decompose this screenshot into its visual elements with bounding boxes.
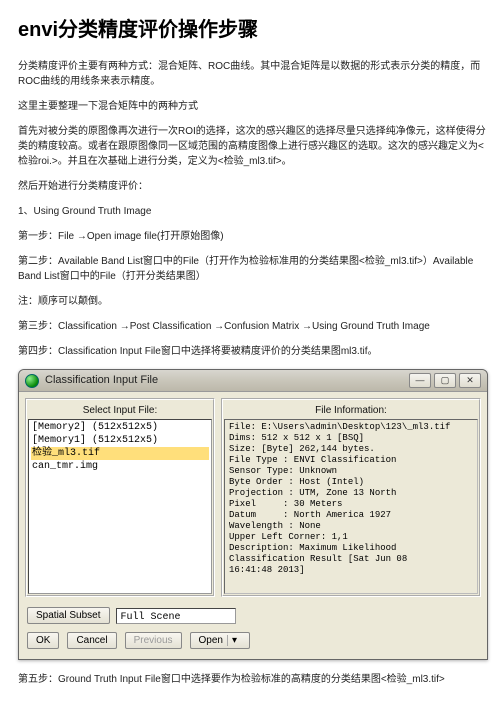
- classification-input-dialog: Classification Input File — ▢ ✕ Select I…: [18, 369, 488, 660]
- list-item[interactable]: [Memory2] (512x512x5): [31, 421, 209, 434]
- maximize-button[interactable]: ▢: [434, 373, 456, 388]
- dialog-titlebar[interactable]: Classification Input File — ▢ ✕: [19, 370, 487, 392]
- para-mode1: 1、Using Ground Truth Image: [18, 204, 486, 219]
- dialog-title: Classification Input File: [45, 372, 406, 389]
- page-title: envi分类精度评价操作步骤: [18, 15, 486, 45]
- chevron-down-icon[interactable]: ▾: [227, 635, 241, 646]
- para-step1: 第一步：File →Open image file(打开原始图像): [18, 229, 486, 244]
- app-icon: [25, 374, 39, 388]
- open-button[interactable]: Open ▾: [190, 632, 250, 649]
- para-step2: 第二步：Available Band List窗口中的File（打开作为检验标准…: [18, 254, 486, 284]
- ok-button[interactable]: OK: [27, 632, 59, 649]
- para-roi: 首先对被分类的原图像再次进行一次ROI的选择，这次的感兴趣区的选择尽量只选择纯净…: [18, 124, 486, 169]
- para-step4: 第四步：Classification Input File窗口中选择将要被精度评…: [18, 344, 486, 359]
- file-info-text: File: E:\Users\admin\Desktop\123\_ml3.ti…: [224, 419, 478, 594]
- open-label: Open: [199, 635, 223, 646]
- close-button[interactable]: ✕: [459, 373, 481, 388]
- list-item[interactable]: can_tmr.img: [31, 460, 209, 473]
- previous-button: Previous: [125, 632, 182, 649]
- list-item[interactable]: [Memory1] (512x512x5): [31, 434, 209, 447]
- list-item-selected[interactable]: 检验_ml3.tif: [31, 447, 209, 460]
- file-info-panel: File Information: File: E:\Users\admin\D…: [221, 398, 481, 597]
- select-file-panel: Select Input File: [Memory2] (512x512x5)…: [25, 398, 215, 597]
- para-intro: 分类精度评价主要有两种方式：混合矩阵、ROC曲线。其中混合矩阵是以数据的形式表示…: [18, 59, 486, 89]
- para-step3: 第三步：Classification →Post Classification …: [18, 319, 486, 334]
- para-start: 然后开始进行分类精度评价：: [18, 179, 486, 194]
- spatial-subset-field[interactable]: Full Scene: [116, 608, 236, 624]
- para-note: 注：顺序可以颠倒。: [18, 294, 486, 309]
- spatial-subset-button[interactable]: Spatial Subset: [27, 607, 110, 624]
- para-step5: 第五步：Ground Truth Input File窗口中选择要作为检验标准的…: [18, 672, 486, 687]
- file-info-header: File Information:: [224, 401, 478, 419]
- select-file-header: Select Input File:: [28, 401, 212, 419]
- cancel-button[interactable]: Cancel: [67, 632, 116, 649]
- file-listbox[interactable]: [Memory2] (512x512x5) [Memory1] (512x512…: [28, 419, 212, 594]
- minimize-button[interactable]: —: [409, 373, 431, 388]
- para-scope: 这里主要整理一下混合矩阵中的两种方式: [18, 99, 486, 114]
